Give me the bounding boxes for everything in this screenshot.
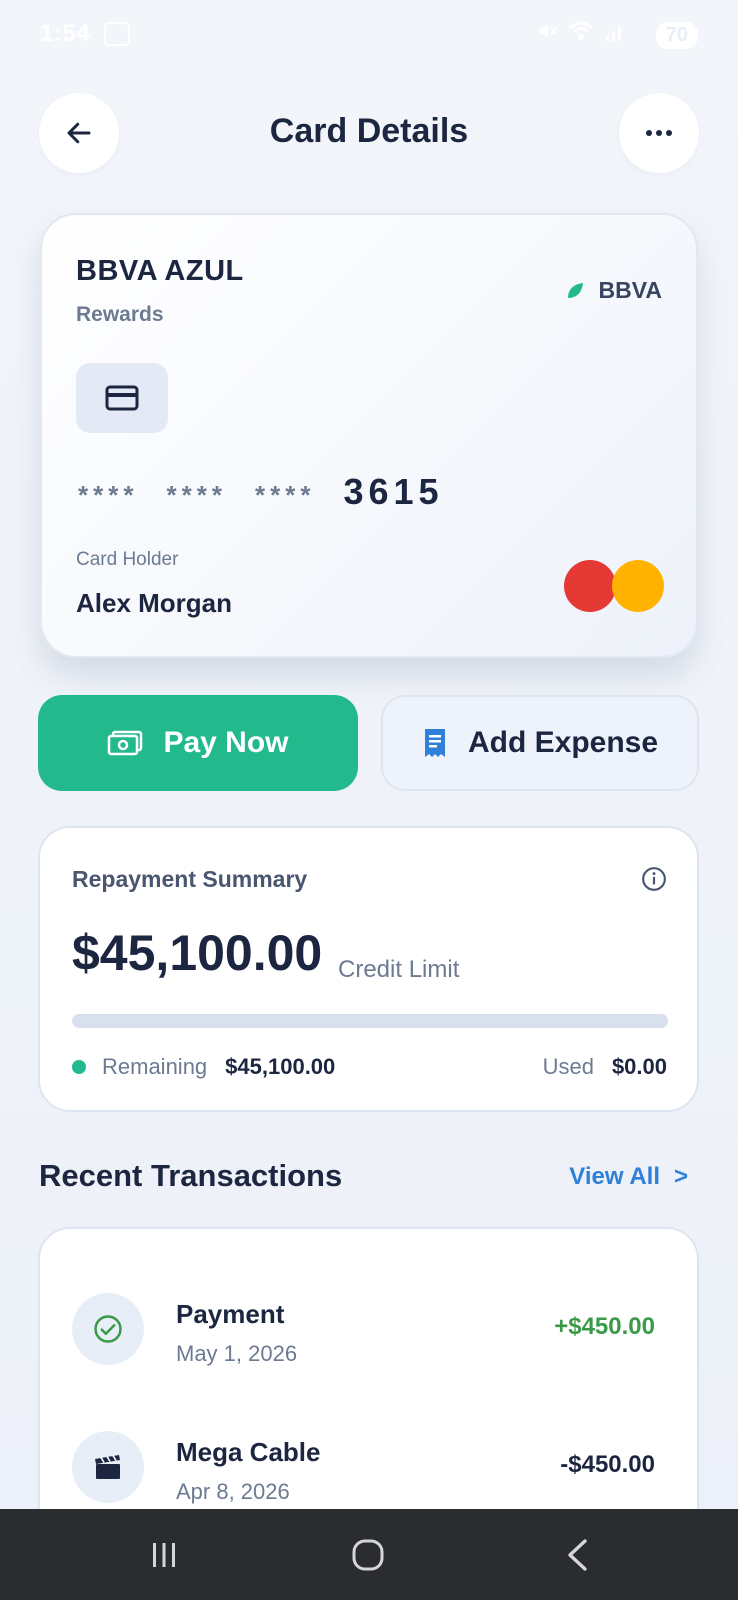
recent-transactions-title: Recent Transactions <box>39 1158 343 1193</box>
pay-now-label: Pay Now <box>163 726 289 759</box>
status-icons <box>536 20 626 42</box>
used-value: $0.00 <box>611 1054 667 1079</box>
used-label: Used <box>542 1054 594 1079</box>
info-icon <box>642 867 666 891</box>
more-options-button[interactable] <box>619 93 699 173</box>
transaction-icon-bg <box>72 1293 144 1365</box>
card-tier: Rewards <box>76 303 164 326</box>
battery-indicator: 70 <box>655 22 698 49</box>
info-button[interactable] <box>641 866 667 897</box>
card-number-mask: **** <box>166 480 227 510</box>
transaction-name: Mega Cable <box>176 1437 321 1467</box>
transaction-row[interactable]: Payment May 1, 2026 +$450.00 <box>40 1277 701 1377</box>
card-number-mask: **** <box>254 480 316 510</box>
view-all-label: View All <box>569 1163 660 1190</box>
remaining-label: Remaining <box>102 1054 208 1079</box>
credit-card[interactable]: BBVA AZUL Rewards BBVA **** **** **** 36… <box>40 213 698 658</box>
pay-now-button[interactable]: Pay Now <box>38 695 358 791</box>
signal-icon <box>606 27 621 41</box>
credit-limit-label: Credit Limit <box>338 956 460 983</box>
transaction-row[interactable]: Mega Cable Apr 8, 2026 -$450.00 <box>40 1415 701 1515</box>
bank-brand: BBVA <box>565 277 662 304</box>
card-number-mask: **** <box>78 480 139 510</box>
status-bar: 1:54 70 <box>0 0 738 70</box>
remaining-dot <box>72 1060 86 1074</box>
mastercard-red-circle <box>564 560 616 612</box>
back-icon <box>568 1539 587 1571</box>
mute-icon <box>539 24 557 38</box>
home-icon <box>352 1539 384 1571</box>
chevron-right-icon: > <box>673 1163 688 1190</box>
bank-name: BBVA <box>598 277 662 303</box>
cash-icon <box>108 730 143 756</box>
usage-progress-bar <box>72 1014 668 1028</box>
recents-icon <box>153 1543 175 1567</box>
screen: 1:54 70 Card Details BBVA AZUL Rewards B… <box>0 0 738 1600</box>
transaction-date: May 1, 2026 <box>176 1341 298 1366</box>
summary-title: Repayment Summary <box>72 866 308 892</box>
screenshot-icon <box>104 22 130 46</box>
transaction-name: Payment <box>176 1299 285 1329</box>
add-expense-label: Add Expense <box>467 726 659 759</box>
leaf-icon <box>567 282 583 298</box>
repayment-summary-card: Repayment Summary $45,100.00 Credit Limi… <box>38 826 699 1112</box>
add-expense-button[interactable]: Add Expense <box>381 695 699 791</box>
card-name: BBVA AZUL <box>76 255 244 287</box>
used-legend: Used $0.00 <box>543 1054 667 1080</box>
view-all-link[interactable]: View All > <box>569 1163 688 1191</box>
nav-back-button[interactable] <box>562 1537 592 1573</box>
nav-recents-button[interactable] <box>146 1537 182 1573</box>
wifi-icon <box>568 21 594 40</box>
card-chip <box>76 363 168 433</box>
transaction-amount: +$450.00 <box>554 1313 655 1340</box>
battery-level: 70 <box>665 24 688 46</box>
card-holder-label: Card Holder <box>76 549 179 570</box>
transaction-icon-bg <box>72 1431 144 1503</box>
card-last4: 3615 <box>343 471 444 512</box>
mastercard-logo <box>564 560 664 612</box>
card-number: **** **** **** 3615 <box>78 471 444 513</box>
check-circle-icon <box>94 1315 122 1343</box>
system-nav-bar <box>0 1509 738 1600</box>
transaction-date: Apr 8, 2026 <box>176 1479 290 1504</box>
remaining-legend: Remaining $45,100.00 <box>72 1054 335 1080</box>
nav-home-button[interactable] <box>350 1537 386 1573</box>
credit-limit-amount: $45,100.00 <box>72 925 323 981</box>
status-time: 1:54 <box>40 20 91 47</box>
clapperboard-icon <box>95 1455 120 1479</box>
transaction-amount: -$450.00 <box>560 1451 655 1478</box>
receipt-icon <box>424 729 445 757</box>
card-holder-name: Alex Morgan <box>76 588 233 618</box>
remaining-value: $45,100.00 <box>225 1054 336 1079</box>
credit-card-icon <box>105 385 139 411</box>
more-horizontal-icon <box>646 130 672 136</box>
mastercard-yellow-circle <box>612 560 664 612</box>
